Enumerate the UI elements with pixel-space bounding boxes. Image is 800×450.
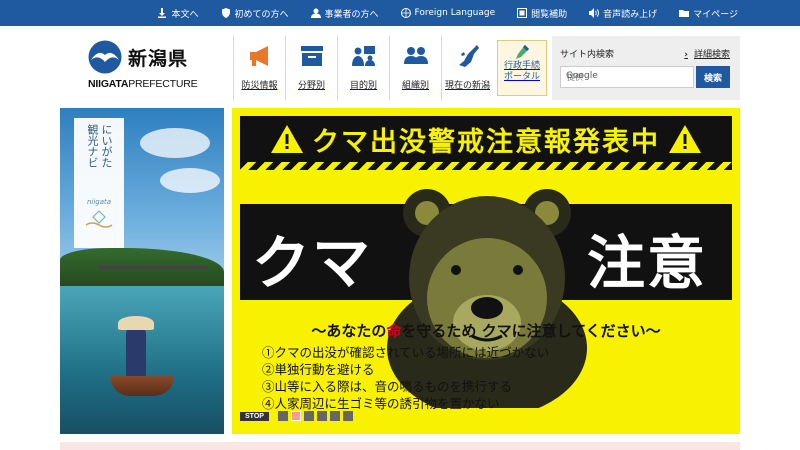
- link-label: マイページ: [693, 9, 738, 20]
- link-label: 音声読み上げ: [603, 9, 658, 20]
- accessibility-link[interactable]: 閲覧補助: [517, 7, 567, 20]
- foreign-language-link[interactable]: Foreign Language: [400, 8, 496, 18]
- link-label: 本文へ: [171, 9, 199, 20]
- link-label: 閲覧補助: [531, 9, 568, 20]
- tip-item: ②単独行動を避ける: [262, 362, 375, 377]
- nav-by-purpose[interactable]: 目的別: [337, 36, 389, 100]
- search-title: サイト内検索: [560, 50, 615, 60]
- nav-label: 防災情報: [241, 81, 278, 91]
- bridge: [98, 266, 208, 270]
- content-divider: [60, 442, 740, 450]
- pen-icon: [516, 45, 529, 59]
- logo-english: NIIGATAPREFECTURE: [88, 78, 198, 90]
- link-label: Foreign Language: [414, 8, 496, 18]
- portal-label-line2: ポータル: [503, 72, 540, 82]
- search-input[interactable]: [560, 66, 694, 88]
- tip-item: ①クマの出没が確認されている場所には近づかない: [262, 345, 550, 360]
- business-link[interactable]: 事業者の方へ: [310, 7, 379, 20]
- search-button[interactable]: 検索: [696, 66, 730, 88]
- text-to-speech-link[interactable]: 音声読み上げ: [589, 7, 657, 20]
- nav-niigata-now[interactable]: 現在の新潟: [441, 36, 493, 100]
- badge-vertical-text-2: 観光ナビ: [86, 124, 99, 168]
- site-search: サイト内検索 詳細検索 Google 検索: [552, 36, 740, 100]
- warning-subtitle: ～あなたの命を守るため クマに注意してください～: [232, 320, 740, 341]
- link-label: 事業者の方へ: [324, 9, 379, 20]
- tourism-navi-banner[interactable]: 観光ナビ にいがた niigata: [60, 108, 224, 434]
- warning-triangle-icon: [669, 125, 701, 153]
- subtitle-highlight: 命: [386, 322, 402, 340]
- tourism-badge: 観光ナビ にいがた niigata: [74, 118, 124, 248]
- nav-admin-portal[interactable]: 行政手続 ポータル: [497, 40, 547, 96]
- screen-icon: [517, 8, 528, 18]
- portal-label-line1: 行政手続: [503, 61, 540, 71]
- nav-by-field[interactable]: 分野別: [285, 36, 337, 100]
- slide-dot-active[interactable]: [290, 411, 301, 421]
- speaker-icon: [589, 8, 600, 18]
- megaphone-icon: [249, 46, 268, 66]
- group-icon: [403, 47, 428, 64]
- tub-boat: [110, 376, 174, 396]
- tip-item: ③山等に入る際は、音の鳴るものを携行する: [262, 379, 513, 394]
- global-nav: 防災情報 分野別 目的別 組織別 現在の新潟 行政手続 ポータル: [233, 36, 551, 100]
- slide-dot[interactable]: [303, 411, 314, 421]
- logo-english-rest: PREFECTURE: [128, 78, 198, 90]
- box-icon: [300, 46, 323, 66]
- bear-warning-banner[interactable]: クマ出没警戒注意報発表中 クマ 注意 ～あなたの命を守るため クマに注意してくだ…: [232, 108, 740, 434]
- shield-icon: [221, 8, 230, 18]
- download-icon: [158, 8, 167, 18]
- logo-english-bold: NIIGATA: [88, 78, 129, 90]
- straw-hat: [118, 316, 154, 330]
- niigata-emblem-icon: [88, 40, 122, 74]
- nav-disaster-info[interactable]: 防災情報: [233, 36, 285, 100]
- map-icon: [458, 45, 479, 67]
- subtitle-prefix: ～あなたの: [311, 322, 387, 340]
- safety-tips: ①クマの出没が確認されている場所には近づかない ②単独行動を避ける ③山等に入る…: [262, 344, 549, 412]
- utility-bar: 本文へ 初めての方へ 事業者の方へ Foreign Language 閲覧補助 …: [0, 0, 800, 26]
- nav-label: 目的別: [349, 81, 377, 91]
- link-label: 初めての方へ: [234, 9, 289, 20]
- boat-person: [126, 326, 146, 378]
- people-board-icon: [351, 46, 375, 66]
- first-time-link[interactable]: 初めての方へ: [221, 7, 289, 20]
- person-icon: [310, 8, 321, 18]
- mypage-link[interactable]: マイページ: [679, 7, 738, 20]
- nav-by-organization[interactable]: 組織別: [389, 36, 441, 100]
- kuma-big-text: クマ: [252, 229, 373, 297]
- cloud: [140, 128, 210, 158]
- globe-icon: [400, 8, 411, 18]
- badge-vertical-text-1: にいがた: [100, 124, 113, 168]
- badge-sub-text: niigata: [86, 198, 112, 206]
- slide-dot[interactable]: [329, 411, 340, 421]
- logo-japanese: 新潟県: [128, 48, 189, 70]
- warning-headline: クマ出没警戒注意報発表中: [240, 116, 732, 162]
- slider-controls: STOP: [240, 410, 353, 422]
- headline-text: クマ出没警戒注意報発表中: [312, 126, 660, 158]
- warning-triangle-icon: [271, 125, 303, 153]
- advanced-search-link[interactable]: 詳細検索: [684, 47, 730, 60]
- site-header: 新潟県 NIIGATAPREFECTURE 防災情報 分野別 目的別 組織別 現…: [0, 26, 800, 104]
- nav-label: 分野別: [297, 81, 325, 91]
- cloud: [160, 168, 220, 193]
- slide-dot[interactable]: [342, 411, 353, 421]
- chui-big-text: 注意: [587, 229, 708, 297]
- folder-icon: [679, 10, 690, 17]
- portal-label: 行政手続 ポータル: [504, 61, 540, 83]
- subtitle-suffix: を守るため クマに注意してください～: [401, 322, 661, 340]
- skip-to-content-link[interactable]: 本文へ: [157, 7, 199, 20]
- site-logo[interactable]: 新潟県 NIIGATAPREFECTURE: [88, 40, 208, 96]
- wave-logo-icon: [85, 210, 113, 228]
- nav-label: 組織別: [401, 81, 429, 91]
- nav-label: 現在の新潟: [444, 81, 490, 91]
- stop-button[interactable]: STOP: [240, 411, 269, 421]
- slide-dot[interactable]: [316, 411, 327, 421]
- slide-dot[interactable]: [277, 411, 288, 421]
